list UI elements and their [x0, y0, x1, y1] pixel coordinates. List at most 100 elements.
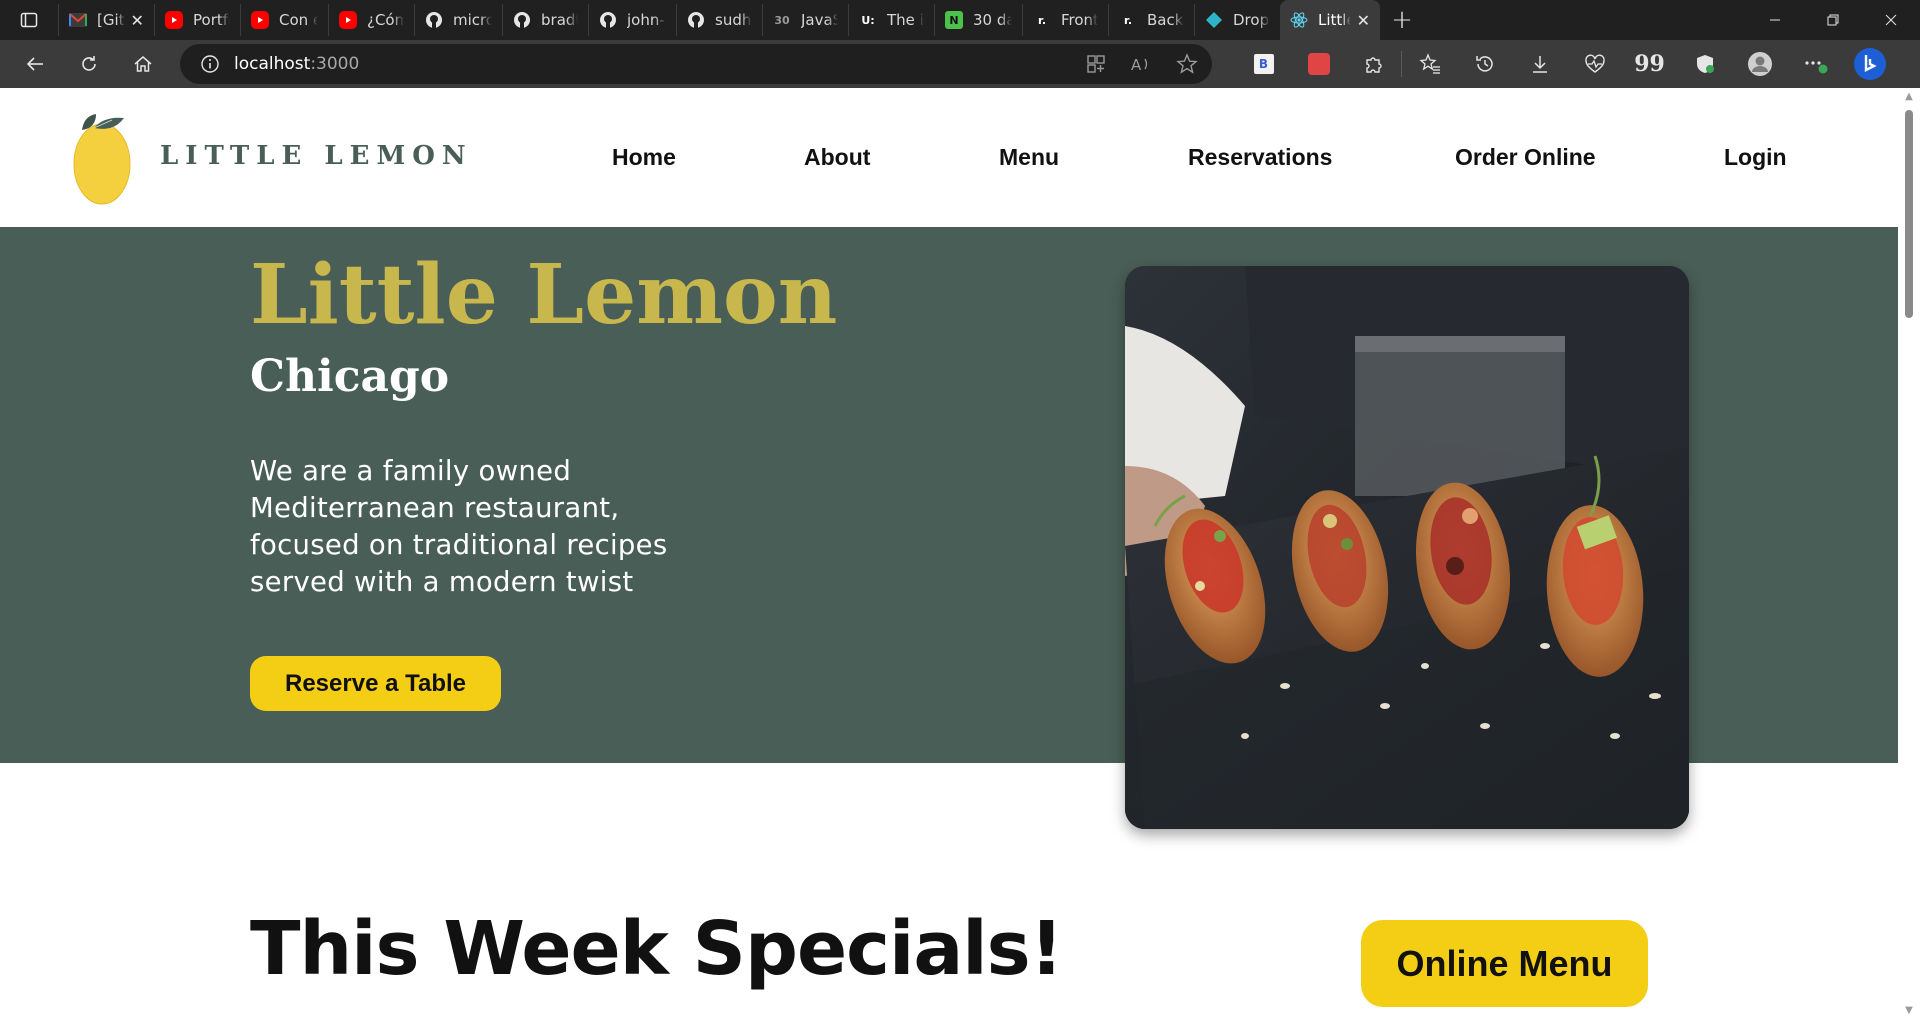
plus-icon: + [1391, 5, 1413, 35]
new-tab-button[interactable]: + [1380, 0, 1424, 40]
tab-label: sudheerj [715, 11, 752, 29]
minimize-button[interactable] [1746, 0, 1804, 40]
refresh-icon [82, 56, 96, 71]
browser-tab[interactable]: 30 JavaScrip [762, 4, 848, 36]
quote-icon: 99 [1634, 51, 1665, 77]
roadmap-icon: r. [1123, 13, 1133, 27]
app-available-icon[interactable] [1086, 54, 1106, 74]
settings-more-button[interactable] [1787, 40, 1842, 88]
browser-tab[interactable]: U: The inter [848, 4, 934, 36]
tab-label: [Git [97, 11, 125, 29]
youtube-icon [251, 11, 269, 29]
browser-tab[interactable]: r. Frontend [1022, 4, 1108, 36]
nav-order-online[interactable]: Order Online [1455, 144, 1596, 171]
react-icon [1290, 11, 1308, 29]
main-nav: Home About Menu Reservations Order Onlin… [0, 144, 1898, 184]
url-host: localhost [234, 54, 311, 74]
tab-strip: [Git ✕ Portfolio Con este ¿Cómo c microsof bra… [58, 0, 1380, 40]
copilot-button[interactable] [1842, 40, 1897, 88]
specials-title: This Week Specials! [250, 906, 1063, 992]
browser-tab-bar: [Git ✕ Portfolio Con este ¿Cómo c microsof bra… [0, 0, 1920, 40]
downloads-button[interactable] [1512, 40, 1567, 88]
browser-tab[interactable]: [Git ✕ [58, 4, 154, 36]
scrollbar-thumb[interactable] [1905, 110, 1913, 318]
home-icon [134, 56, 152, 72]
scroll-up-arrow-icon[interactable]: ▲ [1903, 92, 1915, 102]
browser-tab[interactable]: Drop | N [1194, 4, 1280, 36]
refresh-button[interactable] [62, 40, 116, 88]
omnibox-actions: A [1086, 44, 1198, 84]
favorite-star-icon[interactable] [1176, 53, 1198, 75]
bing-copilot-icon [1853, 48, 1886, 80]
restore-button[interactable] [1804, 0, 1862, 40]
profile-button[interactable] [1732, 40, 1787, 88]
bug-extension-icon [1307, 53, 1330, 75]
close-window-button[interactable] [1862, 0, 1920, 40]
url-port: :3000 [310, 54, 360, 74]
tab-label: The inter [887, 11, 924, 29]
github-icon [513, 11, 531, 29]
browser-tab[interactable]: sudheerj [676, 4, 762, 36]
browser-essentials-button[interactable] [1677, 40, 1732, 88]
more-dots-icon [1804, 61, 1827, 74]
tab-actions-button[interactable] [0, 0, 58, 40]
tab-close-icon[interactable]: ✕ [1357, 11, 1370, 30]
browser-tab[interactable]: Portfolio [154, 4, 240, 36]
extension-b-button[interactable]: B [1236, 40, 1291, 88]
scroll-down-arrow-icon[interactable]: ▼ [1903, 1006, 1915, 1016]
back-arrow-icon [26, 57, 43, 71]
close-icon [1885, 14, 1897, 26]
download-icon [1532, 56, 1547, 73]
url-text[interactable]: localhost:3000 [234, 54, 359, 74]
udemy-icon: U: [861, 13, 875, 27]
avatar-icon [1747, 52, 1772, 76]
thirty-icon: 30 [774, 13, 790, 27]
hero-city: Chicago [250, 351, 450, 402]
read-aloud-icon[interactable]: A [1130, 54, 1152, 74]
tab-label: 30 days c [973, 11, 1012, 29]
browser-tab[interactable]: N 30 days c [934, 4, 1022, 36]
browser-tab[interactable]: r. Backend [1108, 4, 1194, 36]
page-scrollbar[interactable]: ▲ ▼ [1898, 88, 1920, 1020]
hero-title: Little Lemon [250, 247, 838, 343]
tab-label: Con este [279, 11, 318, 29]
home-button[interactable] [116, 40, 170, 88]
online-menu-button[interactable]: Online Menu [1361, 920, 1648, 1007]
browser-tab[interactable]: john-smi [588, 4, 676, 36]
tab-label: microsof [453, 11, 492, 29]
browser-tab[interactable]: ¿Cómo c [328, 4, 414, 36]
address-bar[interactable]: localhost:3000 A [180, 44, 1212, 84]
history-icon [1475, 56, 1493, 72]
github-icon [425, 11, 443, 29]
tab-label: Backend [1147, 11, 1184, 29]
browser-tab[interactable]: Little ✕ [1280, 0, 1380, 40]
tab-label: ¿Cómo c [367, 11, 404, 29]
bruschetta-photo-illustration [1125, 266, 1689, 829]
letter-b-icon: B [1253, 54, 1274, 74]
site-info-icon[interactable] [190, 54, 230, 74]
nav-menu[interactable]: Menu [999, 144, 1059, 171]
quote-extension-button[interactable]: 99 [1622, 40, 1677, 88]
nav-reservations[interactable]: Reservations [1188, 144, 1332, 171]
favorites-button[interactable] [1402, 40, 1457, 88]
shield-heart-icon [1696, 55, 1714, 73]
notion-n-icon: N [945, 11, 963, 29]
browser-tab[interactable]: bradtrav [502, 4, 588, 36]
browser-tab[interactable]: Con este [240, 4, 328, 36]
drop-diamond-icon [1205, 11, 1223, 29]
performance-button[interactable] [1567, 40, 1622, 88]
tab-close-icon[interactable]: ✕ [131, 11, 144, 30]
svg-text:A: A [1131, 56, 1142, 74]
nav-about[interactable]: About [804, 144, 870, 171]
reserve-table-button[interactable]: Reserve a Table [250, 656, 501, 711]
back-button[interactable] [8, 40, 62, 88]
extensions-button[interactable] [1346, 40, 1401, 88]
nav-login[interactable]: Login [1724, 144, 1787, 171]
history-button[interactable] [1457, 40, 1512, 88]
site-header: LITTLE LEMON Home About Menu Reservation… [0, 88, 1898, 227]
extension-red-button[interactable] [1291, 40, 1346, 88]
roadmap-icon: r. [1037, 13, 1047, 27]
tab-label: Portfolio [193, 11, 230, 29]
browser-tab[interactable]: microsof [414, 4, 502, 36]
nav-home[interactable]: Home [612, 144, 676, 171]
